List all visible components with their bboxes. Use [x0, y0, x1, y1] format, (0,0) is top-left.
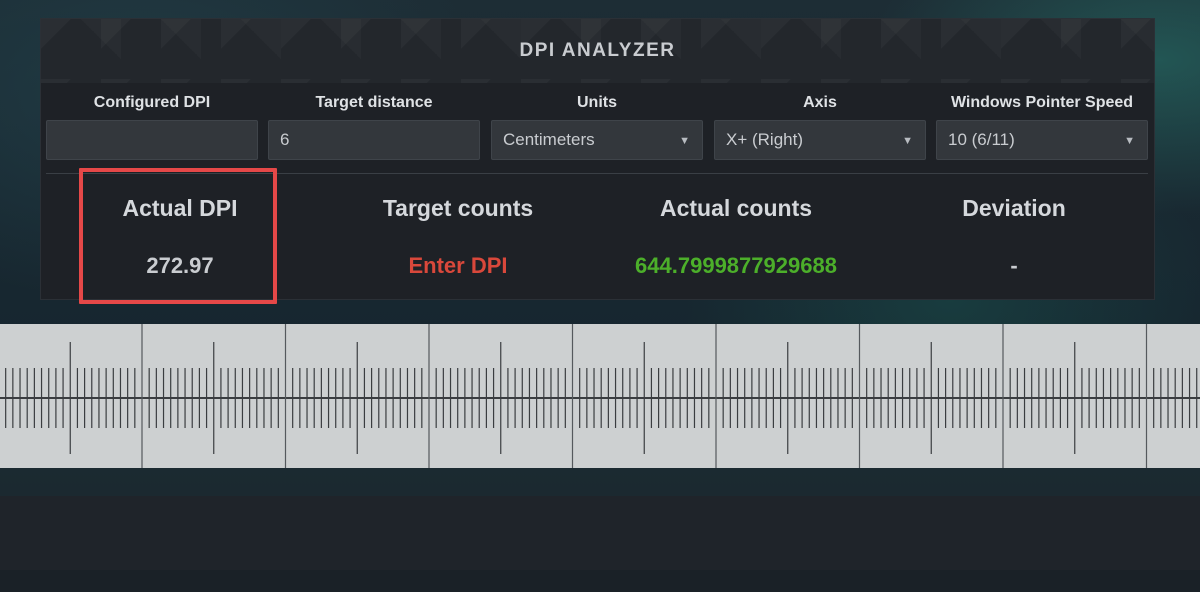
units-label: Units [577, 94, 617, 111]
target-counts-value: Enter DPI [408, 253, 508, 278]
background-strip [0, 496, 1200, 570]
units-select[interactable]: Centimeters ▼ [491, 120, 703, 160]
axis-label: Axis [803, 94, 837, 111]
actual-counts-value: 644.7999877929688 [635, 253, 837, 278]
panel-header: DPI ANALYZER [41, 19, 1154, 83]
target-distance-input[interactable]: 6 [268, 120, 480, 160]
caret-down-icon: ▼ [1124, 135, 1135, 147]
target-counts-label: Target counts [382, 195, 534, 221]
configured-dpi-input[interactable] [46, 120, 258, 160]
axis-value: X+ (Right) [726, 130, 803, 149]
caret-down-icon: ▼ [902, 135, 913, 147]
caret-down-icon: ▼ [679, 135, 690, 147]
units-value: Centimeters [503, 130, 595, 149]
pointer-speed-select[interactable]: 10 (6/11) ▼ [936, 120, 1148, 160]
target-distance-value: 6 [280, 130, 290, 149]
highlight-box [79, 168, 277, 304]
pointer-speed-value: 10 (6/11) [948, 130, 1015, 149]
actual-counts-label: Actual counts [659, 195, 813, 221]
axis-select[interactable]: X+ (Right) ▼ [714, 120, 926, 160]
target-distance-label: Target distance [315, 94, 433, 111]
panel-title: DPI ANALYZER [519, 40, 676, 61]
pointer-speed-label: Windows Pointer Speed [950, 94, 1134, 111]
measurement-ruler [0, 324, 1200, 468]
deviation-label: Deviation [962, 195, 1066, 221]
ruler-ticks [0, 324, 1200, 468]
background-floor [0, 570, 1200, 592]
deviation-value: - [1010, 253, 1018, 278]
configured-dpi-label: Configured DPI [93, 94, 211, 111]
